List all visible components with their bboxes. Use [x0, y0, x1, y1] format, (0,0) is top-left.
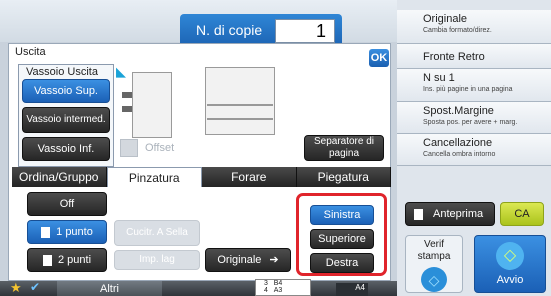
tab-ordina-gruppo[interactable]: Ordina/Gruppo: [12, 167, 107, 187]
arrow-indicator-icon: ◣: [116, 64, 126, 79]
tab-forare[interactable]: Forare: [202, 167, 297, 187]
ca-button[interactable]: CA: [500, 202, 544, 226]
tray4-size: A3: [273, 287, 283, 294]
star-icon[interactable]: ★: [10, 280, 22, 296]
tab-bar: Ordina/Gruppo Pinzatura Forare Piegatura: [12, 167, 391, 187]
vassoio-title: Vassoio Uscita: [26, 66, 98, 78]
avvio-label: Avvio: [496, 274, 524, 286]
verif-label: Verif stampa: [417, 239, 451, 262]
sidebar-item-fronte-retro[interactable]: Fronte Retro: [397, 44, 551, 69]
anteprima-button[interactable]: Anteprima: [405, 202, 495, 226]
avvio-button[interactable]: ◇ Avvio: [474, 235, 546, 293]
one-point-button[interactable]: 1 punto: [27, 220, 107, 244]
verif-start-icon: ◇: [421, 267, 447, 292]
panel-title: Uscita: [15, 46, 46, 58]
preview-icon: [414, 208, 423, 220]
tray-illustration: [122, 92, 132, 98]
sidebar-item-spost-margine[interactable]: Spost.Margine Sposta pos. per avere + mar…: [397, 102, 551, 134]
finisher-illustration: [132, 72, 172, 138]
ok-button[interactable]: OK: [369, 49, 389, 67]
superiore-button[interactable]: Superiore: [310, 229, 374, 249]
tray-illustration-2: [122, 106, 132, 112]
originale-label: Originale: [217, 254, 262, 266]
originale-button[interactable]: Originale ➔: [205, 248, 291, 272]
sidebar-item-sub-4: Sposta pos. per avere + marg.: [423, 119, 518, 126]
sidebar-item-title-4: Spost.Margine: [423, 105, 494, 117]
sinistra-button[interactable]: Sinistra: [310, 205, 374, 225]
paper-size-indicator: A4: [336, 283, 368, 296]
one-point-label: 1 punto: [56, 226, 93, 238]
vassoio-intermed-button[interactable]: Vassoio intermed.: [22, 107, 110, 133]
arrow-right-icon: ➔: [269, 254, 279, 266]
off-button[interactable]: Off: [27, 192, 107, 216]
sidebar-item-sub-3: Ins. più pagine in una pagina: [423, 86, 513, 93]
offset-label: Offset: [145, 142, 175, 154]
altri-button[interactable]: Altri: [57, 281, 162, 296]
tray-status: 3 B4 4 A3: [255, 279, 311, 296]
printer-drawer-line: [207, 104, 273, 106]
vassoio-sup-button[interactable]: Vassoio Sup.: [22, 79, 110, 103]
anteprima-label: Anteprima: [433, 208, 484, 220]
tray4-number: 4: [264, 287, 268, 294]
sidebar-item-sub-5: Cancella ombra intorno: [423, 151, 496, 158]
check-icon[interactable]: ✔: [30, 280, 40, 294]
tray3-number: 3: [264, 280, 268, 287]
separatore-button[interactable]: Separatore di pagina: [304, 135, 384, 161]
printer-illustration: [205, 67, 275, 135]
tab-pinzatura[interactable]: Pinzatura: [106, 167, 202, 187]
sidebar-item-originale[interactable]: Originale Cambia formato/direz.: [397, 10, 551, 44]
sidebar-item-title: Originale: [423, 13, 468, 25]
two-points-label: 2 punti: [57, 254, 92, 266]
sidebar-item-title-5: Cancellazione: [423, 137, 493, 149]
sidebar-item-cancellazione[interactable]: Cancellazione Cancella ombra intorno: [397, 134, 551, 166]
copies-input[interactable]: 1: [275, 19, 335, 43]
two-points-button[interactable]: 2 punti: [27, 248, 107, 272]
printer-drawer-line-2: [207, 118, 273, 120]
start-icon: ◇: [496, 242, 524, 270]
sidebar-item-n-su-1[interactable]: N su 1 Ins. più pagine in una pagina: [397, 69, 551, 102]
offset-checkbox[interactable]: [120, 139, 138, 157]
imp-lag-button[interactable]: Imp. lag: [114, 250, 200, 270]
verif-stampa-button[interactable]: Verif stampa ◇: [405, 235, 463, 293]
staple-icon-2: [42, 254, 52, 266]
staple-icon: [41, 226, 51, 238]
copies-label: N. di copie: [196, 22, 263, 38]
tab-piegatura[interactable]: Piegatura: [296, 167, 391, 187]
sidebar-item-sub: Cambia formato/direz.: [423, 27, 492, 34]
sidebar-item-title-3: N su 1: [423, 72, 455, 84]
saddle-stitch-button[interactable]: Cucitr. A Sella: [114, 220, 200, 246]
tray3-size: B4: [273, 280, 283, 287]
sidebar-item-title-2: Fronte Retro: [423, 51, 485, 63]
vassoio-inf-button[interactable]: Vassoio Inf.: [22, 137, 110, 161]
destra-button[interactable]: Destra: [310, 253, 374, 273]
